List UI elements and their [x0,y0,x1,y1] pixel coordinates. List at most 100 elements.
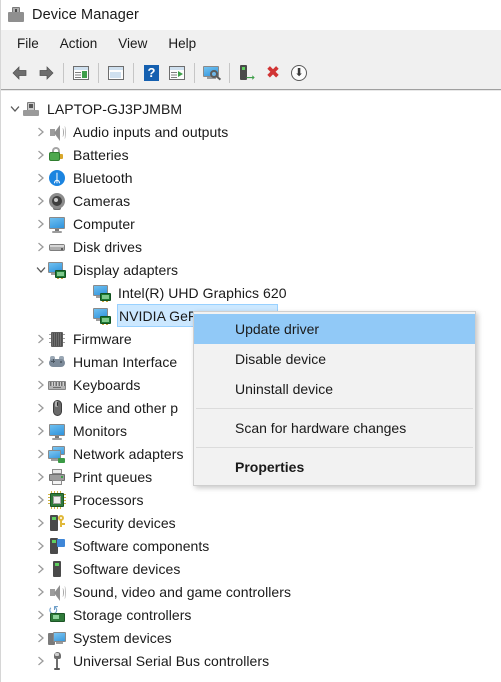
tree-row-root[interactable]: LAPTOP-GJ3PJMBM [1,97,501,120]
display-adapter-icon [93,307,111,325]
tree-row-label: Software components [73,537,210,554]
tree-row-label: Mice and other p [73,399,179,416]
context-menu-separator [196,447,473,448]
forward-arrow-icon [36,63,56,83]
human-interface-icon [48,353,66,371]
tree-row-label: Batteries [73,146,129,163]
tree-row-label: Print queues [73,468,153,485]
tree-row-storage-controllers[interactable]: ↺ Storage controllers [1,603,501,626]
camera-icon [48,192,66,210]
disable-device-button[interactable]: ⬇ [286,60,312,86]
menu-file[interactable]: File [8,33,48,54]
firmware-icon [48,330,66,348]
tree-row-label: Audio inputs and outputs [73,123,229,140]
tree-row-system-devices[interactable]: System devices [1,626,501,649]
tree-row-label: Processors [73,491,144,508]
tree-row-software-devices[interactable]: Software devices [1,557,501,580]
context-menu-item-properties[interactable]: Properties [194,452,475,482]
back-arrow-icon [10,63,30,83]
menu-bar: File Action View Help [1,30,501,56]
chevron-right-icon[interactable] [34,166,48,189]
tree-row-cameras[interactable]: Cameras [1,189,501,212]
window-title: Device Manager [32,7,139,23]
back-button[interactable] [7,60,33,86]
help-button[interactable]: ? [138,60,164,86]
chevron-right-icon[interactable] [34,120,48,143]
tree-row-batteries[interactable]: Batteries [1,143,501,166]
context-menu-item-uninstall-device[interactable]: Uninstall device [194,374,475,404]
tree-row-computer[interactable]: Computer [1,212,501,235]
menu-action[interactable]: Action [51,33,107,54]
context-menu-item-scan-for-hardware-changes[interactable]: Scan for hardware changes [194,413,475,443]
chevron-right-icon[interactable] [34,488,48,511]
device-manager-icon [7,6,25,24]
chevron-right-icon[interactable] [34,189,48,212]
context-menu-item-update-driver[interactable]: Update driver [194,314,475,344]
chevron-right-icon[interactable] [34,465,48,488]
chevron-down-icon[interactable] [8,97,22,120]
uninstall-device-button[interactable]: ✖ [260,60,286,86]
disk-drive-icon [48,238,66,256]
help-icon: ? [141,63,161,83]
chevron-right-icon[interactable] [34,350,48,373]
chevron-right-icon[interactable] [34,143,48,166]
software-device-icon [48,560,66,578]
context-menu-item-disable-device[interactable]: Disable device [194,344,475,374]
display-adapter-icon [93,284,111,302]
monitor-icon [48,422,66,440]
tree-row-display-adapters[interactable]: Display adapters [1,258,501,281]
menu-view[interactable]: View [109,33,156,54]
chevron-right-icon[interactable] [34,373,48,396]
tree-row-label: Network adapters [73,445,184,462]
tree-row-intel-r-uhd-graphics-620[interactable]: Intel(R) UHD Graphics 620 [1,281,501,304]
show-hide-console-tree-button[interactable] [68,60,94,86]
tree-row-audio-inputs-and-outputs[interactable]: Audio inputs and outputs [1,120,501,143]
tree-row-label: Software devices [73,560,181,577]
chevron-right-icon[interactable] [34,534,48,557]
chevron-right-icon[interactable] [34,580,48,603]
scan-for-hardware-changes-icon [202,63,222,83]
chevron-right-icon[interactable] [34,396,48,419]
tree-row-universal-serial-bus-controllers[interactable]: Universal Serial Bus controllers [1,649,501,672]
tree-row-label: Sound, video and game controllers [73,583,292,600]
action-button[interactable] [164,60,190,86]
tree-row-label: Security devices [73,514,176,531]
tree-row-label: Cameras [73,192,131,209]
tree-row-security-devices[interactable]: Security devices [1,511,501,534]
chevron-right-icon[interactable] [34,419,48,442]
properties-button[interactable] [103,60,129,86]
chevron-right-icon[interactable] [34,327,48,350]
chevron-down-icon[interactable] [34,258,48,281]
scan-for-hardware-changes-button[interactable] [199,60,225,86]
chevron-right-icon[interactable] [34,649,48,672]
tree-row-sound-video-and-game-controllers[interactable]: Sound, video and game controllers [1,580,501,603]
chevron-right-icon[interactable] [34,557,48,580]
toolbar-separator [133,62,134,83]
chevron-right-icon[interactable] [34,511,48,534]
menu-help[interactable]: Help [159,33,205,54]
speaker-icon [48,583,66,601]
update-driver-button[interactable]: ➞ [234,60,260,86]
tree-row-label: Display adapters [73,261,179,278]
mouse-icon [48,399,66,417]
tree-row-label: LAPTOP-GJ3PJMBM [47,100,183,117]
chevron-right-icon[interactable] [34,626,48,649]
toolbar-separator [98,62,99,83]
context-menu[interactable]: Update driver Disable device Uninstall dev… [193,311,476,486]
tree-row-label: Universal Serial Bus controllers [73,652,270,669]
toolbar-separator [194,62,195,83]
chevron-right-icon[interactable] [34,603,48,626]
tree-row-processors[interactable]: Processors [1,488,501,511]
chevron-right-icon[interactable] [34,235,48,258]
computer-icon [22,100,40,118]
tree-row-software-components[interactable]: Software components [1,534,501,557]
chevron-right-icon[interactable] [34,212,48,235]
tree-row-label: Disk drives [73,238,143,255]
forward-button[interactable] [33,60,59,86]
tree-row-bluetooth[interactable]: ᛦ Bluetooth [1,166,501,189]
tree-row-disk-drives[interactable]: Disk drives [1,235,501,258]
update-driver-icon: ➞ [237,63,257,83]
chevron-right-icon[interactable] [34,442,48,465]
software-component-icon [48,537,66,555]
